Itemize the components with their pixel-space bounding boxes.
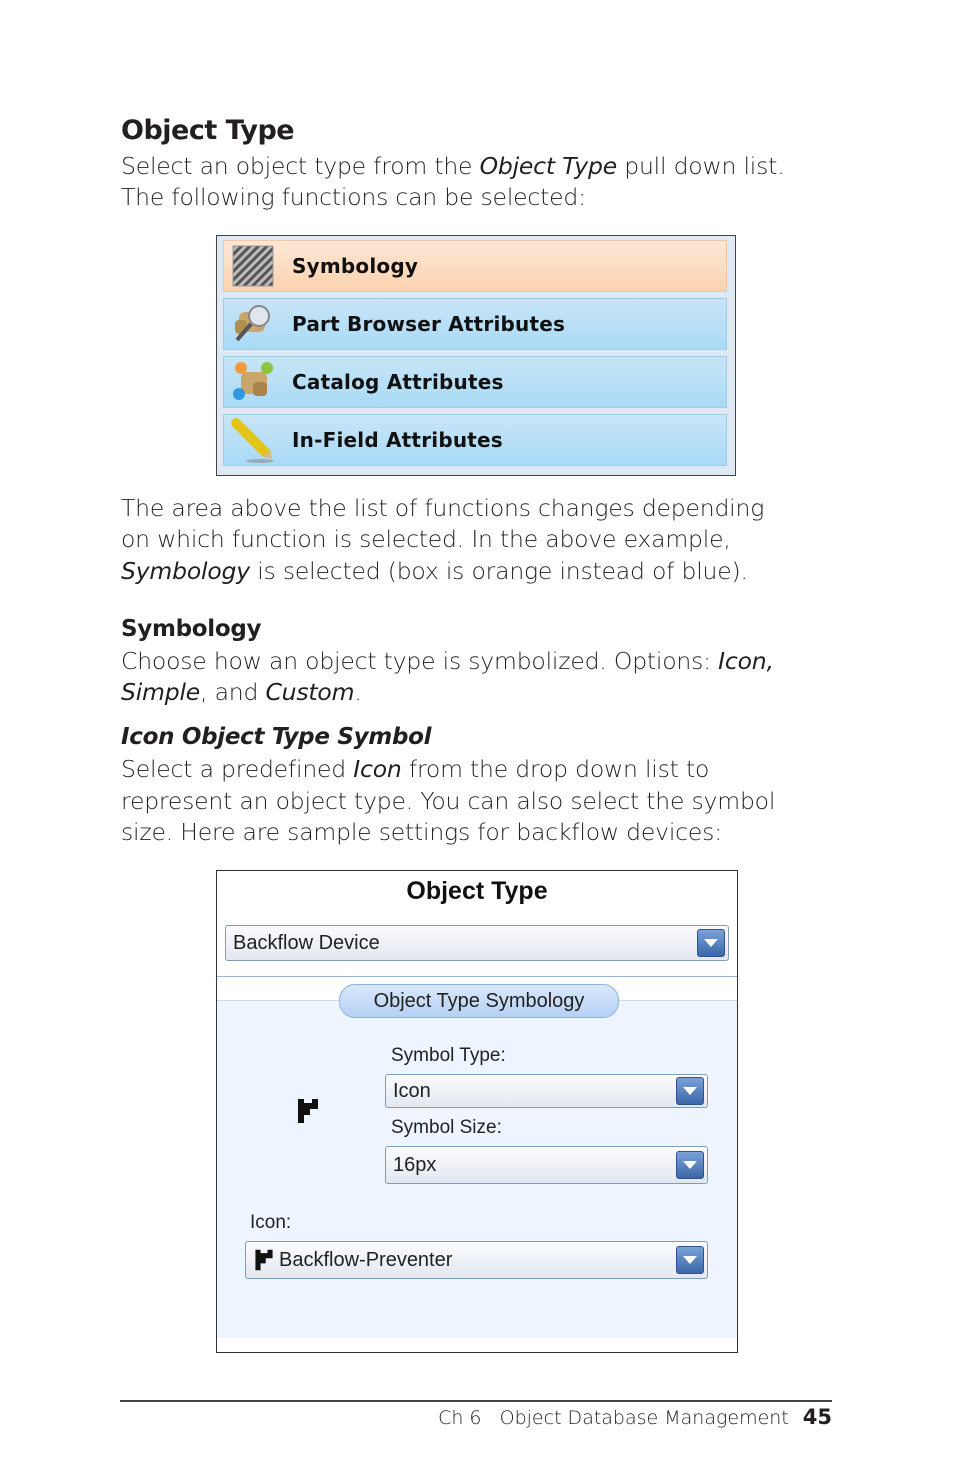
page-number: 45 xyxy=(802,1405,832,1429)
icon-line-1: Select a predefined Icon from the drop d… xyxy=(121,754,709,786)
footer-title: Object Database Management xyxy=(499,1407,789,1429)
text: from the drop down list to xyxy=(401,755,710,783)
functions-panel: Symbology Part Browser Attributes Catalo… xyxy=(216,235,736,476)
symbol-size-label: Symbol Size: xyxy=(391,1117,502,1138)
text: Choose how an object type is symbolized.… xyxy=(121,647,719,675)
intro-line-2: The following functions can be selected: xyxy=(121,183,586,211)
function-symbology[interactable]: Symbology xyxy=(223,240,727,292)
chevron-down-icon[interactable] xyxy=(676,1077,704,1105)
para2-line-2: on which function is selected. In the ab… xyxy=(121,525,731,553)
icon-dropdown[interactable]: Backflow-Preventer xyxy=(245,1241,708,1279)
divider xyxy=(217,976,737,977)
dropdown-value: Backflow Device xyxy=(233,931,380,954)
footer-chapter: Ch 6 xyxy=(438,1407,482,1429)
text: Select an object type from the xyxy=(121,152,480,180)
emphasis: Icon xyxy=(353,755,402,783)
function-label: Symbology xyxy=(292,254,419,278)
symbol-type-label: Symbol Type: xyxy=(391,1045,506,1066)
symbol-size-dropdown[interactable]: 16px xyxy=(385,1146,708,1184)
chevron-down-icon[interactable] xyxy=(697,929,725,957)
subheading-symbology: Symbology xyxy=(121,616,262,642)
chevron-down-icon[interactable] xyxy=(676,1151,704,1179)
symbology-line-1: Choose how an object type is symbolized.… xyxy=(121,646,774,678)
footer-rule xyxy=(120,1400,832,1402)
backflow-preventer-icon xyxy=(253,1248,275,1272)
emphasis: Symbology xyxy=(121,557,250,585)
intro-line-1: Select an object type from the Object Ty… xyxy=(121,151,785,183)
dropdown-value: Icon xyxy=(393,1079,431,1102)
function-label: In-Field Attributes xyxy=(292,428,503,452)
text: is selected (box is orange instead of bl… xyxy=(249,557,748,585)
numbered-parts-icon xyxy=(230,359,276,405)
hatched-square-icon xyxy=(230,243,276,289)
text: Select a predefined xyxy=(121,755,354,783)
part-magnifier-icon xyxy=(230,301,276,347)
emphasis: Object Type xyxy=(479,152,618,180)
icon-line-2: represent an object type. You can also s… xyxy=(121,787,776,815)
chevron-down-icon[interactable] xyxy=(676,1246,704,1274)
group-header-object-type-symbology: Object Type Symbology xyxy=(339,984,619,1018)
dropdown-value: Backflow-Preventer xyxy=(246,1248,676,1272)
icon-label: Icon: xyxy=(250,1212,292,1233)
text: pull down list. xyxy=(616,152,785,180)
emphasis: Simple xyxy=(121,678,201,706)
function-catalog-attributes[interactable]: Catalog Attributes xyxy=(223,356,727,408)
subheading-icon-object-type-symbol: Icon Object Type Symbol xyxy=(121,724,432,750)
object-type-dialog: Object Type Backflow Device Object Type … xyxy=(216,870,738,1353)
object-type-dropdown[interactable]: Backflow Device xyxy=(225,925,729,961)
page-footer: Ch 6 Object Database Management 45 xyxy=(438,1405,832,1429)
function-label: Part Browser Attributes xyxy=(292,312,566,336)
para2-line-1: The area above the list of functions cha… xyxy=(121,494,765,522)
section-heading-object-type: Object Type xyxy=(121,115,295,146)
text: , and xyxy=(200,678,266,706)
symbol-type-dropdown[interactable]: Icon xyxy=(385,1074,708,1108)
para2-line-3: Symbology is selected (box is orange ins… xyxy=(121,556,748,588)
emphasis: Icon, xyxy=(718,647,774,675)
symbology-line-2: Simple, and Custom. xyxy=(121,677,362,709)
text: . xyxy=(354,678,362,706)
dialog-title: Object Type xyxy=(406,877,548,905)
pencil-icon xyxy=(230,417,276,463)
emphasis: Custom xyxy=(265,678,355,706)
backflow-preventer-icon xyxy=(296,1097,318,1123)
icon-value-text: Backflow-Preventer xyxy=(279,1248,453,1271)
function-label: Catalog Attributes xyxy=(292,370,504,394)
icon-line-3: size. Here are sample settings for backf… xyxy=(121,818,722,846)
function-part-browser-attributes[interactable]: Part Browser Attributes xyxy=(223,298,727,350)
function-in-field-attributes[interactable]: In-Field Attributes xyxy=(223,414,727,466)
dropdown-value: 16px xyxy=(393,1153,437,1176)
